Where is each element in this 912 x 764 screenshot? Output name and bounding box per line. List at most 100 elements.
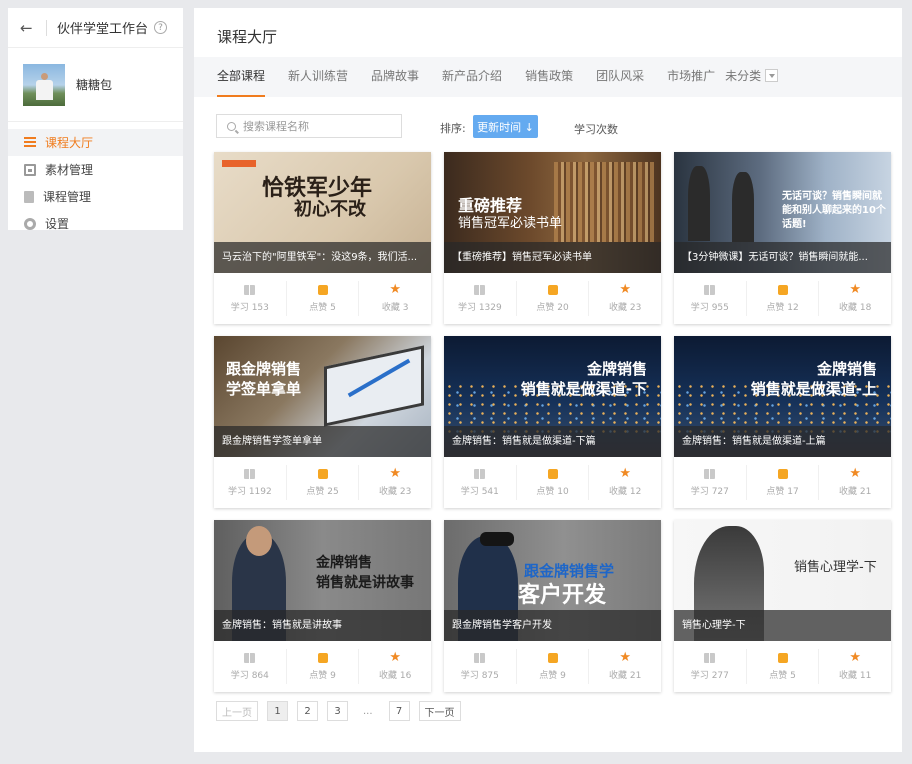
course-card[interactable]: 销售心理学-下 销售心理学-下 学习 277 点赞 5 ★ 收藏 11 [674, 520, 891, 692]
thumbnail-headline: 金牌销售 [816, 360, 877, 378]
favorite-count[interactable]: ★ 收藏 21 [589, 649, 661, 684]
page-button-2[interactable]: 2 [297, 701, 318, 721]
sidebar-item-settings[interactable]: 设置 [8, 210, 183, 237]
favorite-count[interactable]: ★ 收藏 11 [819, 649, 891, 684]
next-page-button[interactable]: 下一页 [418, 701, 461, 721]
study-count: 学习 875 [444, 649, 517, 684]
course-stats: 学习 1329 点赞 20 ★ 收藏 23 [444, 273, 661, 324]
category-tabs: 全部课程 新人训练营 品牌故事 新产品介绍 销售政策 团队风采 市场推广 未分类 [194, 57, 902, 97]
study-count: 学习 727 [674, 465, 747, 500]
favorite-count[interactable]: ★ 收藏 23 [589, 281, 661, 316]
sidebar-item-course-hall[interactable]: 课程大厅 [8, 129, 183, 156]
course-title: 跟金牌销售学客户开发 [444, 610, 661, 641]
thumbs-up-icon [547, 652, 558, 663]
sidebar-item-label: 课程大厅 [45, 136, 94, 150]
tab-all-courses[interactable]: 全部课程 [217, 57, 266, 97]
prev-page-button[interactable]: 上一页 [216, 701, 258, 721]
course-card[interactable]: 金牌销售 销售就是做渠道-下 金牌销售：销售就是做渠道-下篇 学习 541 点赞… [444, 336, 661, 508]
sidebar: ← 伙伴学堂工作台 ? 糖糖包 课程大厅 素材管理 课程管理 设置 [8, 8, 183, 231]
search-box [216, 114, 402, 138]
tab-uncategorized[interactable]: 未分类 [725, 57, 779, 97]
like-count[interactable]: 点赞 10 [517, 465, 590, 500]
like-count[interactable]: 点赞 9 [287, 649, 360, 684]
favorite-count[interactable]: ★ 收藏 21 [819, 465, 891, 500]
tab-brand-story[interactable]: 品牌故事 [371, 57, 419, 97]
like-count[interactable]: 点赞 9 [517, 649, 590, 684]
help-icon[interactable]: ? [154, 21, 168, 34]
study-count: 学习 1329 [444, 281, 517, 316]
course-stats: 学习 955 点赞 12 ★ 收藏 18 [674, 273, 891, 324]
book-icon [474, 468, 486, 479]
thumbs-up-icon [317, 652, 328, 663]
tab-newcomer-camp[interactable]: 新人训练营 [288, 57, 348, 97]
favorite-count[interactable]: ★ 收藏 18 [819, 281, 891, 316]
back-arrow-icon[interactable]: ← [20, 19, 38, 37]
like-count[interactable]: 点赞 17 [747, 465, 820, 500]
like-count[interactable]: 点赞 5 [287, 281, 360, 316]
favorite-count[interactable]: ★ 收藏 12 [589, 465, 661, 500]
thumbnail-subheadline: 销售就是做渠道-下 [520, 380, 647, 398]
like-count[interactable]: 点赞 5 [747, 649, 820, 684]
tab-new-products[interactable]: 新产品介绍 [442, 57, 502, 97]
like-count[interactable]: 点赞 20 [517, 281, 590, 316]
course-card[interactable]: 跟金牌销售学 客户开发 跟金牌销售学客户开发 学习 875 点赞 9 ★ 收藏 2… [444, 520, 661, 692]
favorite-count[interactable]: ★ 收藏 16 [359, 649, 431, 684]
list-icon [24, 136, 36, 149]
gear-icon [24, 217, 36, 230]
page-button-1[interactable]: 1 [267, 701, 288, 721]
workspace-title: 伙伴学堂工作台 [57, 22, 149, 37]
like-count[interactable]: 点赞 25 [287, 465, 360, 500]
course-card[interactable]: 无话可谈？销售瞬间就 能和别人聊起来的10个 话题! 【3分钟微课】无话可谈？销… [674, 152, 891, 324]
tab-marketing[interactable]: 市场推广 [667, 57, 715, 97]
sidebar-item-label: 设置 [45, 217, 70, 231]
star-icon: ★ [389, 281, 401, 297]
tab-team-style[interactable]: 团队风采 [596, 57, 644, 97]
thumbnail-subheadline: 初心不改 [294, 199, 366, 220]
course-thumbnail: 重磅推荐 销售冠军必读书单 【重磅推荐】销售冠军必读书单 [444, 152, 661, 273]
course-title: 【重磅推荐】销售冠军必读书单 [444, 242, 661, 273]
sidebar-header: ← 伙伴学堂工作台 ? [8, 8, 183, 48]
course-card[interactable]: 重磅推荐 销售冠军必读书单 【重磅推荐】销售冠军必读书单 学习 1329 点赞 … [444, 152, 661, 324]
thumbnail-subheadline: 销售冠军必读书单 [458, 216, 563, 231]
course-card[interactable]: 金牌销售 销售就是讲故事 金牌销售：销售就是讲故事 学习 864 点赞 9 ★ 收… [214, 520, 431, 692]
sort-by-study-count-button[interactable]: 学习次数 [574, 121, 618, 137]
sidebar-item-course-management[interactable]: 课程管理 [8, 183, 183, 210]
course-thumbnail: 销售心理学-下 销售心理学-下 [674, 520, 891, 641]
course-card[interactable]: 金牌销售 销售就是做渠道-上 金牌销售：销售就是做渠道-上篇 学习 727 点赞… [674, 336, 891, 508]
favorite-count[interactable]: ★ 收藏 3 [359, 281, 431, 316]
tab-sales-policy[interactable]: 销售政策 [525, 57, 573, 97]
course-title: 跟金牌销售学签单拿单 [214, 426, 431, 457]
course-card[interactable]: 恰铁军少年 初心不改 马云治下的"阿里铁军"：没这9条，我们活... 学习 15… [214, 152, 431, 324]
course-stats: 学习 153 点赞 5 ★ 收藏 3 [214, 273, 431, 324]
binoculars-image [480, 532, 514, 546]
thumbs-up-icon [777, 652, 788, 663]
course-thumbnail: 无话可谈？销售瞬间就 能和别人聊起来的10个 话题! 【3分钟微课】无话可谈？销… [674, 152, 891, 273]
thumbnail-headline: 跟金牌销售学 [524, 562, 615, 580]
course-stats: 学习 727 点赞 17 ★ 收藏 21 [674, 457, 891, 508]
sidebar-item-materials[interactable]: 素材管理 [8, 156, 183, 183]
thumbnail-subheadline: 学签单拿单 [226, 380, 302, 398]
search-icon [227, 121, 236, 131]
sidebar-nav: 课程大厅 素材管理 课程管理 设置 [8, 122, 183, 237]
page-button-3[interactable]: 3 [327, 701, 348, 721]
thumbnail-headline-line3: 话题! [782, 219, 807, 230]
thumbnail-subheadline: 销售就是讲故事 [316, 575, 414, 591]
course-stats: 学习 864 点赞 9 ★ 收藏 16 [214, 641, 431, 692]
thumbnail-headline: 无话可谈？销售瞬间就 [782, 191, 882, 202]
user-profile: 糖糖包 [8, 48, 183, 122]
course-title: 【3分钟微课】无话可谈？销售瞬间就能... [674, 242, 891, 273]
thumbs-up-icon [777, 284, 788, 295]
study-count: 学习 955 [674, 281, 747, 316]
favorite-count[interactable]: ★ 收藏 23 [359, 465, 431, 500]
like-count[interactable]: 点赞 12 [747, 281, 820, 316]
avatar[interactable] [23, 63, 65, 106]
thumbnail-headline: 重磅推荐 [458, 196, 523, 215]
page-button-last[interactable]: 7 [388, 701, 410, 721]
sort-by-update-time-button[interactable]: 更新时间 ↓ [473, 115, 538, 138]
chart-screen-image [324, 345, 424, 427]
course-title: 金牌销售：销售就是做渠道-下篇 [444, 426, 661, 457]
search-input[interactable] [243, 119, 393, 133]
chevron-down-icon[interactable] [765, 69, 779, 82]
course-card[interactable]: 跟金牌销售 学签单拿单 跟金牌销售学签单拿单 学习 1192 点赞 25 ★ 收藏… [214, 336, 431, 508]
book-icon [474, 284, 486, 295]
